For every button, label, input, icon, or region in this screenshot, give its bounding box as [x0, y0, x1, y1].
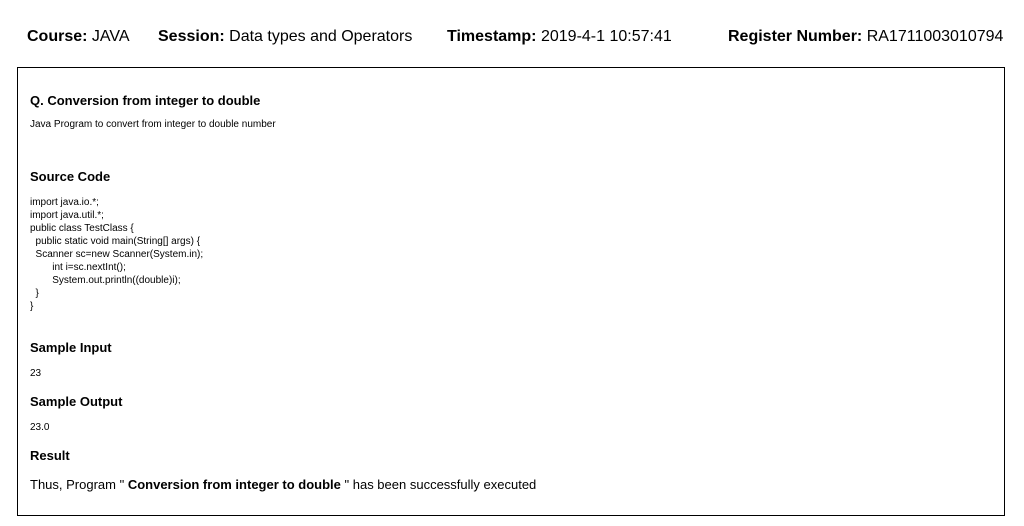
question-description: Java Program to convert from integer to … — [30, 119, 276, 130]
program-panel: Q. Conversion from integer to double Jav… — [17, 67, 1005, 516]
sample-input-heading: Sample Input — [30, 340, 112, 355]
course-value: JAVA — [91, 28, 130, 45]
register-number-field: Register Number: RA1711003010794 — [728, 28, 1003, 46]
session-value: Data types and Operators — [229, 28, 413, 45]
course-label: Course: — [27, 28, 88, 45]
timestamp-field: Timestamp: 2019-4-1 10:57:41 — [447, 28, 672, 46]
source-code-heading: Source Code — [30, 169, 111, 184]
result-program-name: Conversion from integer to double — [127, 477, 341, 492]
timestamp-value: 2019-4-1 10:57:41 — [540, 28, 672, 45]
result-heading: Result — [30, 448, 70, 463]
sample-input-value: 23 — [30, 368, 42, 379]
timestamp-label: Timestamp: — [447, 28, 537, 45]
sample-output-heading: Sample Output — [30, 394, 123, 409]
register-number-label: Register Number: — [728, 28, 863, 45]
question-title: Q. Conversion from integer to double — [30, 93, 261, 108]
course-field: Course: JAVA — [27, 28, 130, 46]
sample-output-value: 23.0 — [30, 422, 50, 433]
result-prefix: Thus, Program " — [30, 477, 128, 492]
result-text: Thus, Program " Conversion from integer … — [30, 477, 536, 492]
session-label: Session: — [158, 28, 225, 45]
result-suffix: " has been successfully executed — [340, 477, 537, 492]
source-code-block: import java.io.*; import java.util.*; pu… — [30, 197, 204, 312]
session-field: Session: Data types and Operators — [158, 28, 412, 46]
register-number-value: RA1711003010794 — [866, 28, 1004, 45]
report-header: Course: JAVA Session: Data types and Ope… — [0, 28, 1024, 48]
